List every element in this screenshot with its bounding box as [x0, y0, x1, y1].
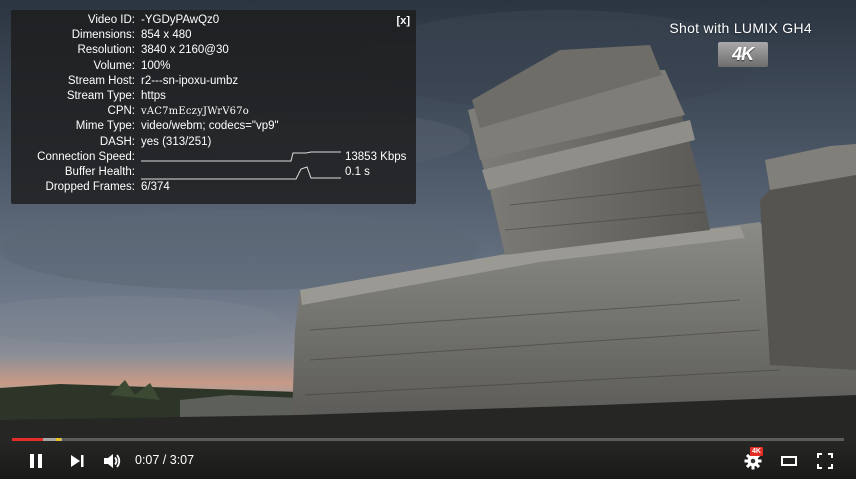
watermark-text: Shot with LUMIX GH4: [669, 20, 812, 36]
stats-for-nerds-panel: Video ID: -YGDyPAwQz0 Dimensions: 854 x …: [11, 10, 416, 204]
stats-value: yes (313/251): [141, 135, 212, 148]
stats-key: Dimensions:: [71, 29, 135, 42]
stats-row-stream-host: Stream Host: r2---sn-ipoxu-umbz: [11, 74, 416, 89]
volume-icon: [104, 453, 121, 468]
stats-row-connection-speed: Connection Speed: 13853 Kbps: [11, 150, 416, 165]
stats-close-button[interactable]: [x]: [397, 14, 410, 29]
stats-row-buffer-health: Buffer Health: 0.1 s: [11, 165, 416, 180]
stats-row-resolution: Resolution: 3840 x 2160@30: [11, 43, 416, 58]
stats-key: Video ID:: [87, 14, 135, 26]
stats-value: 854 x 480: [141, 29, 192, 42]
stats-value: https: [141, 89, 166, 102]
video-player[interactable]: Video ID: -YGDyPAwQz0 Dimensions: 854 x …: [0, 0, 856, 479]
pause-button[interactable]: [22, 442, 50, 479]
stats-key: Connection Speed:: [37, 150, 135, 163]
stats-value: 100%: [141, 59, 171, 72]
theater-mode-icon: [781, 455, 797, 466]
connection-speed-graph: [141, 151, 341, 162]
theater-mode-button[interactable]: [776, 442, 802, 479]
stats-row-dash: DASH: yes (313/251): [11, 135, 416, 150]
stats-key: Dropped Frames:: [45, 181, 135, 194]
time-display: 0:07 / 3:07: [135, 453, 195, 467]
stats-value: 6/374: [141, 181, 170, 194]
pause-icon: [30, 453, 42, 468]
stats-value: r2---sn-ipoxu-umbz: [141, 74, 239, 87]
stats-value: 3840 x 2160@30: [141, 44, 229, 57]
stats-row-stream-type: Stream Type: https: [11, 89, 416, 104]
camera-watermark: Shot with LUMIX GH4 4K: [669, 20, 812, 67]
stats-key: Buffer Health:: [64, 165, 135, 178]
fullscreen-icon: [817, 452, 833, 469]
stats-value: video/webm; codecs="vp9": [141, 120, 279, 133]
volume-button[interactable]: [100, 442, 126, 479]
player-controls: 0:07 / 3:07 4K: [0, 442, 856, 479]
stats-key: CPN:: [107, 105, 135, 118]
progress-played: [12, 438, 43, 441]
settings-button[interactable]: 4K: [740, 442, 766, 479]
next-icon: [71, 454, 84, 467]
stats-key: DASH:: [99, 135, 135, 148]
connection-speed-value: 13853 Kbps: [345, 150, 407, 163]
quality-badge: 4K: [750, 447, 763, 456]
stats-row-dropped-frames: Dropped Frames: 6/374: [11, 180, 416, 195]
stats-key: Resolution:: [77, 44, 135, 57]
fullscreen-button[interactable]: [812, 442, 838, 479]
watermark-4k-badge: 4K: [717, 42, 768, 67]
stats-row-dimensions: Dimensions: 854 x 480: [11, 28, 416, 43]
stats-value: -YGDyPAwQz0: [141, 14, 220, 26]
stats-row-cpn: CPN: vAC7mEczyJWrV67o: [11, 104, 416, 119]
stats-row-video-id: Video ID: -YGDyPAwQz0: [11, 13, 416, 28]
stats-row-mime-type: Mime Type: video/webm; codecs="vp9": [11, 119, 416, 134]
ad-marker: [56, 438, 61, 441]
stats-row-volume: Volume: 100%: [11, 59, 416, 74]
stats-key: Volume:: [93, 59, 135, 72]
stats-key: Stream Host:: [67, 74, 135, 87]
buffer-health-graph: [141, 166, 341, 180]
progress-bar[interactable]: [12, 438, 844, 441]
next-button[interactable]: [64, 442, 90, 479]
stats-key: Stream Type:: [66, 89, 135, 102]
stats-value: vAC7mEczyJWrV67o: [141, 106, 249, 118]
stats-key: Mime Type:: [75, 120, 135, 133]
buffer-health-value: 0.1 s: [345, 165, 370, 178]
